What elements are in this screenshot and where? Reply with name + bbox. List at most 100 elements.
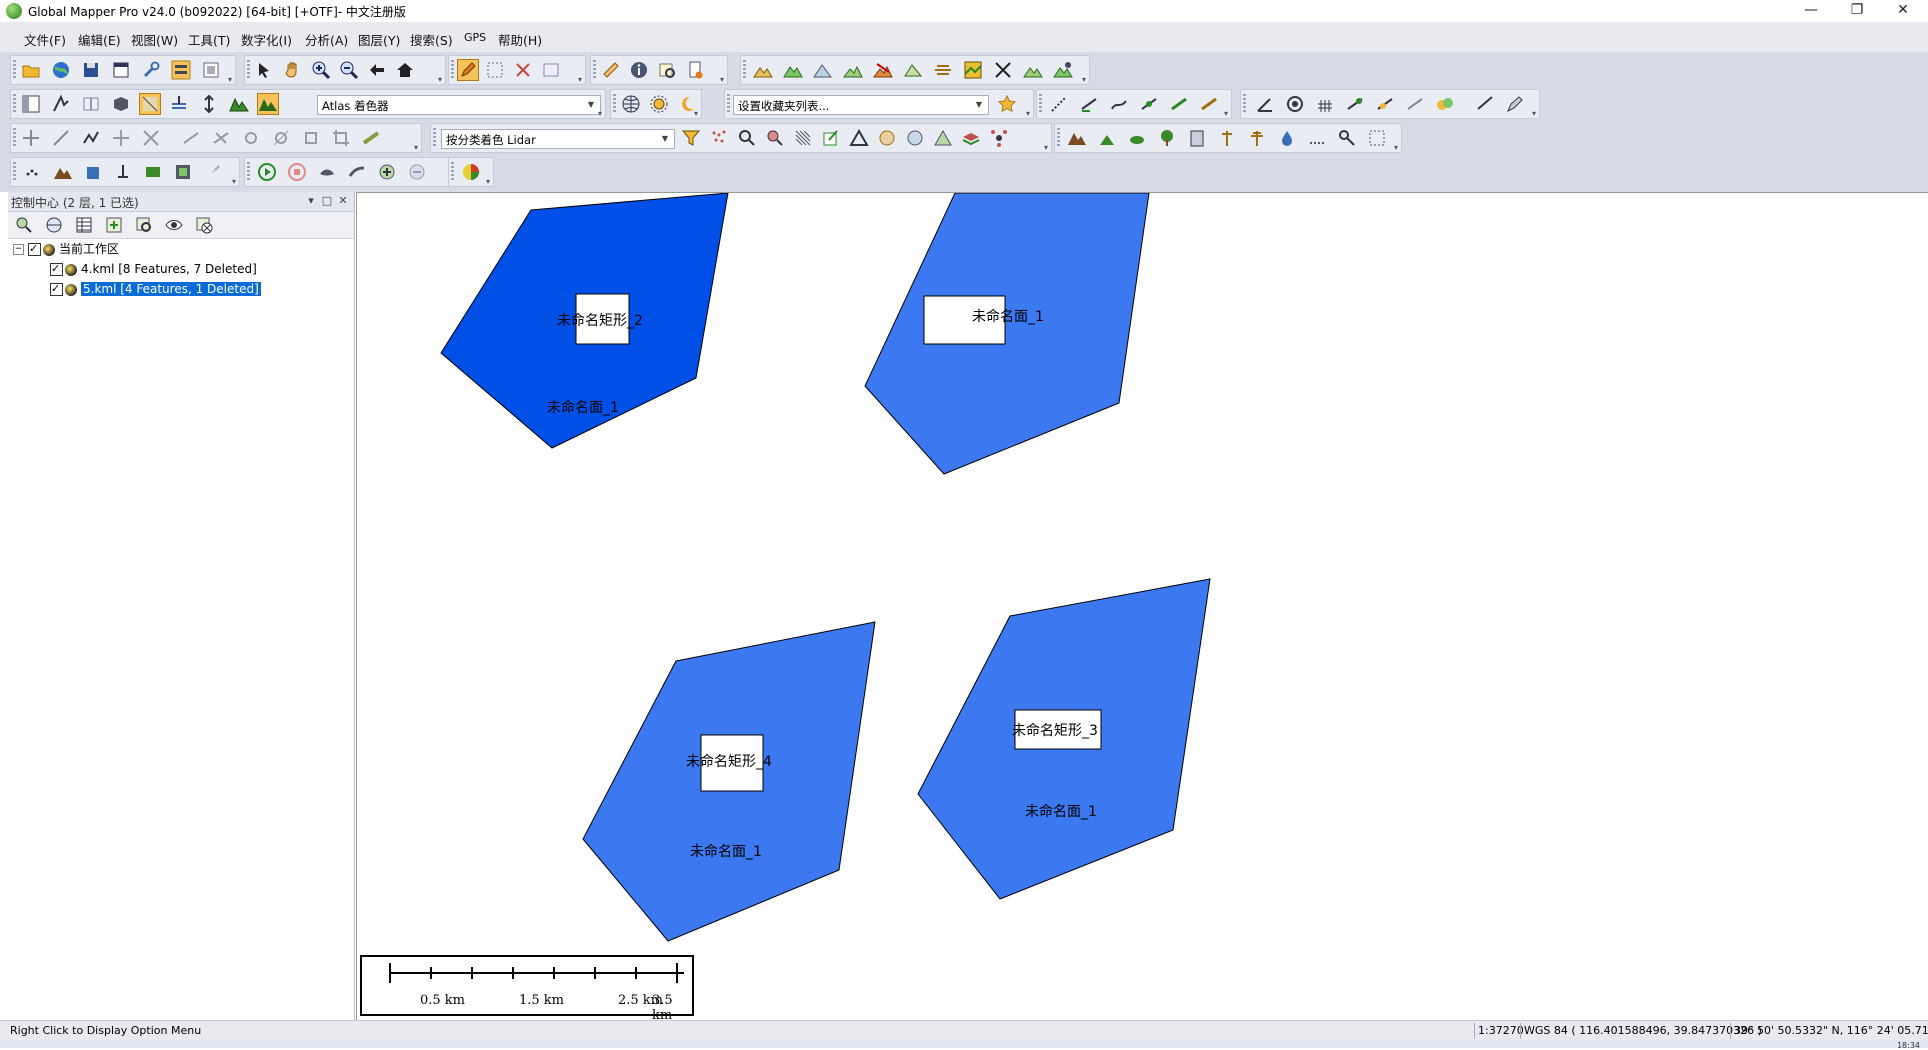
filter-icon[interactable] (681, 128, 701, 148)
menu-search[interactable]: 搜索(S) (410, 30, 453, 49)
maximize-button[interactable]: ❐ (1834, 0, 1880, 22)
point-search-icon[interactable] (737, 128, 757, 148)
sun-settings-icon[interactable] (649, 94, 669, 114)
home-icon[interactable] (395, 60, 415, 80)
vertex-add-icon[interactable] (1345, 94, 1365, 114)
layer-add-icon[interactable] (104, 215, 124, 235)
volume-icon[interactable] (843, 60, 863, 80)
close-button[interactable]: ✕ (1880, 0, 1926, 22)
info-icon[interactable] (629, 60, 649, 80)
line-cross-icon[interactable] (211, 128, 231, 148)
workspace-node[interactable]: − 当前工作区 (13, 240, 119, 258)
layer-remove-icon[interactable] (194, 215, 214, 235)
add-point-icon[interactable] (377, 162, 397, 182)
terrain-icon[interactable] (753, 60, 773, 80)
node-move-icon[interactable] (301, 128, 321, 148)
minimize-button[interactable]: — (1788, 0, 1834, 22)
shader-active-icon[interactable] (257, 93, 279, 115)
shape-merge-icon[interactable] (1435, 94, 1455, 114)
rotate-icon[interactable] (51, 128, 71, 148)
grid-snap-icon[interactable] (1315, 94, 1335, 114)
polygon-area-top-right[interactable] (864, 193, 1150, 475)
atlas-shader-combo[interactable]: Atlas 着色器 ▼ (317, 95, 601, 115)
delete-feature-icon[interactable] (513, 60, 533, 80)
mountain-3d-icon[interactable] (53, 162, 73, 182)
ruler-icon[interactable] (601, 60, 621, 80)
layout-icon[interactable] (201, 60, 221, 80)
layer-stack-icon[interactable] (961, 128, 981, 148)
mesh-icon[interactable] (933, 128, 953, 148)
crop-icon[interactable] (331, 128, 351, 148)
layer-search-icon[interactable] (134, 215, 154, 235)
med-veg-icon[interactable] (1127, 128, 1147, 148)
ground-class-icon[interactable] (1067, 128, 1087, 148)
line-split-icon[interactable] (1139, 94, 1159, 114)
line-draw-icon[interactable] (181, 128, 201, 148)
pan-hand-icon[interactable] (283, 60, 303, 80)
layer-zoom-icon[interactable] (14, 215, 34, 235)
zoom-in-icon[interactable] (311, 60, 331, 80)
vertical-scale-icon[interactable] (199, 94, 219, 114)
profile-icon[interactable] (933, 60, 953, 80)
web-globe-icon[interactable] (621, 94, 641, 114)
tree-icon[interactable] (1157, 128, 1177, 148)
document-settings-icon[interactable] (685, 60, 705, 80)
layer-item-5kml[interactable]: 5.kml [4 Features, 1 Deleted] (50, 280, 261, 298)
menu-analysis[interactable]: 分析(A) (305, 30, 348, 49)
workspace-checkbox[interactable] (28, 240, 41, 258)
check-edit-icon[interactable] (1475, 94, 1495, 114)
reshape-icon[interactable] (81, 128, 101, 148)
menu-gps[interactable]: GPS (464, 31, 486, 44)
panel-pin-button[interactable]: ▾ (304, 193, 318, 209)
layer-checkbox-5kml[interactable] (50, 280, 63, 298)
stop-icon[interactable] (287, 162, 307, 182)
remove-point-icon[interactable] (407, 162, 427, 182)
measure-tape-icon[interactable] (361, 128, 381, 148)
key-point-icon[interactable] (1337, 128, 1357, 148)
menu-edit[interactable]: 编辑(E) (78, 30, 121, 49)
line-create-icon[interactable] (1079, 94, 1099, 114)
globe-icon[interactable] (51, 60, 71, 80)
layer-table-icon[interactable] (74, 215, 94, 235)
swipe-icon[interactable] (81, 94, 101, 114)
cut-icon[interactable] (141, 128, 161, 148)
node-icon[interactable] (241, 128, 261, 148)
water-level-icon[interactable] (169, 94, 189, 114)
cluster-icon[interactable] (877, 128, 897, 148)
zoom-out-icon[interactable] (339, 60, 359, 80)
open-folder-icon[interactable] (21, 60, 41, 80)
menu-tools[interactable]: 工具(T) (188, 30, 230, 49)
fly-through-icon[interactable] (317, 162, 337, 182)
digitizer-pencil-icon[interactable] (457, 59, 479, 81)
menu-help[interactable]: 帮助(H) (498, 30, 542, 49)
layer-visibility-icon[interactable] (164, 215, 184, 235)
lidar-classify-combo[interactable]: 按分类着色 Lidar ▼ (441, 129, 675, 149)
building-3d-icon[interactable] (83, 162, 103, 182)
panel-float-button[interactable]: □ (320, 193, 334, 209)
line-edit-icon[interactable] (1199, 94, 1219, 114)
mesh-3d-icon[interactable] (173, 162, 193, 182)
point-plot-icon[interactable] (23, 162, 43, 182)
path-profile-icon[interactable] (51, 94, 71, 114)
edit-box-icon[interactable] (821, 128, 841, 148)
vertex-move-icon[interactable] (1375, 94, 1395, 114)
star-favorite-icon[interactable] (997, 94, 1017, 114)
contour-icon[interactable] (903, 60, 923, 80)
back-arrow-icon[interactable] (367, 60, 387, 80)
move-cross-icon[interactable] (21, 128, 41, 148)
raster-calc-icon[interactable] (963, 60, 983, 80)
map-canvas[interactable]: 未命名矩形_2 未命名面_1 未命名面_1 未命名矩形_4 未命名面_1 未命名… (357, 193, 1928, 1021)
map-view[interactable]: 未命名矩形_2 未命名面_1 未命名面_1 未命名矩形_4 未命名面_1 未命名… (356, 192, 1928, 1023)
building-icon[interactable] (1187, 128, 1207, 148)
favorites-combo[interactable]: 设置收藏夹列表... ▼ (733, 95, 989, 115)
grid-create-icon[interactable] (1023, 60, 1043, 80)
select-tool-icon[interactable] (255, 60, 275, 80)
water-class-icon[interactable] (1277, 128, 1297, 148)
overlay-control-icon[interactable] (171, 60, 191, 80)
reclass-icon[interactable] (1367, 128, 1387, 148)
node-edit-icon[interactable] (271, 128, 291, 148)
line-of-sight-icon[interactable] (993, 60, 1013, 80)
terrain-paint-icon[interactable] (1053, 60, 1073, 80)
line-join-icon[interactable] (1169, 94, 1189, 114)
collapse-toggle[interactable]: − (13, 244, 24, 255)
